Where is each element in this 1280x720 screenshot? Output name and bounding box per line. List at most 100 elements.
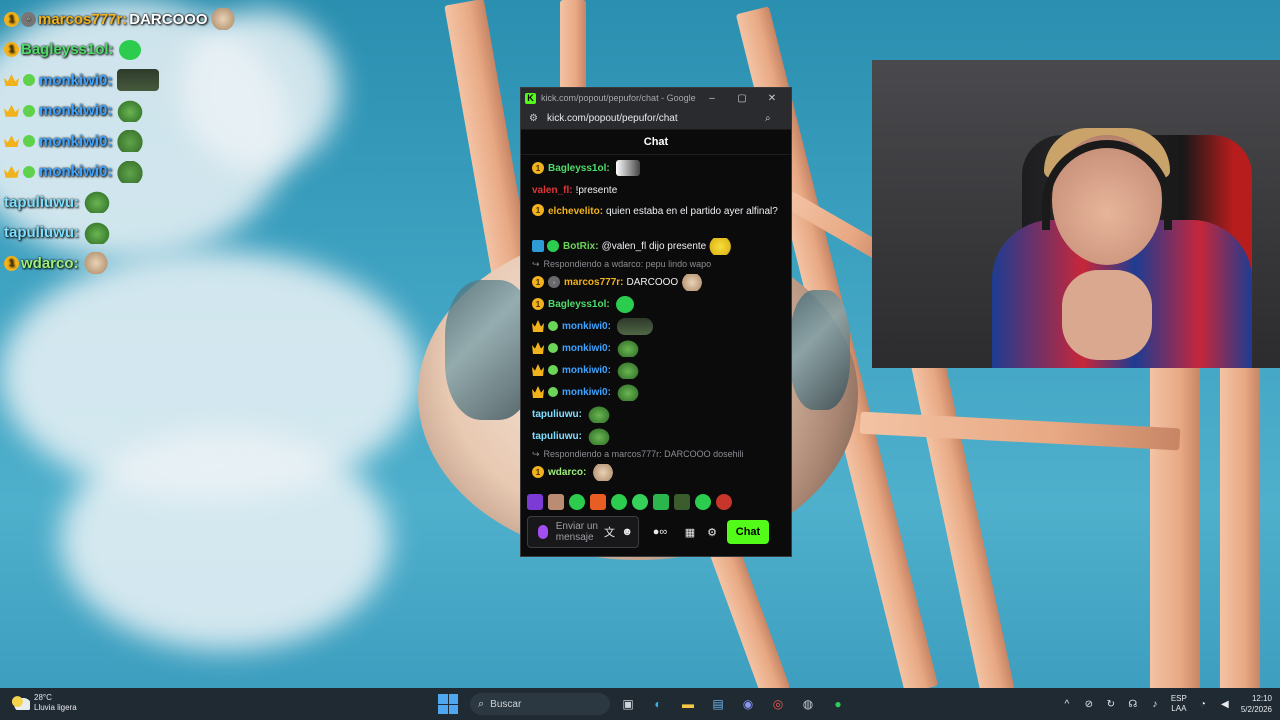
chat-username[interactable]: Bagleyss1ol: — [548, 297, 610, 312]
zoom-icon[interactable]: ⌕ — [765, 113, 777, 124]
overlay-username: monkiwi0: — [39, 102, 113, 120]
chat-username[interactable]: elchevelito: — [548, 204, 603, 219]
subscriber-badge-icon — [23, 104, 35, 117]
store-icon[interactable]: ▦ — [679, 526, 701, 539]
network-off-icon[interactable]: ⊘ — [1083, 699, 1095, 710]
chat-username[interactable]: monkiwi0: — [562, 385, 611, 400]
wifi-icon[interactable]: ◔ — [1197, 699, 1209, 710]
emote-icon[interactable] — [653, 494, 669, 510]
chat-username[interactable]: marcos777r: — [564, 275, 623, 290]
chat-username[interactable]: monkiwi0: — [562, 363, 611, 378]
chat-message[interactable]: 1 Bagleyss1ol: — [532, 157, 781, 179]
chat-popout-window[interactable]: K kick.com/popout/pepufor/chat - Google … — [520, 87, 792, 557]
emote-icon[interactable] — [695, 494, 711, 510]
spotify-icon[interactable]: ● — [826, 692, 850, 716]
crown-badge-icon — [532, 320, 544, 332]
emote-icon[interactable] — [716, 494, 732, 510]
chat-message[interactable]: 1 elchevelito: quien estaba en el partido … — [532, 201, 781, 235]
microphone-icon[interactable] — [538, 525, 548, 539]
chat-username[interactable]: tapuliuwu: — [532, 429, 582, 444]
chat-message[interactable]: monkiwi0: — [532, 359, 781, 381]
chat-header: Chat — [521, 130, 791, 155]
webcam-feed — [872, 60, 1280, 368]
chat-message[interactable]: valen_fl: !presente — [532, 179, 781, 201]
emote-icon[interactable] — [548, 494, 564, 510]
language-code: ESP — [1170, 694, 1187, 703]
edge-icon[interactable]: ◐ — [646, 692, 670, 716]
settings-icon[interactable]: ⚙ — [701, 526, 723, 539]
maximize-button[interactable]: ▢ — [727, 93, 757, 104]
chat-username[interactable]: BotRix: — [563, 239, 599, 254]
emote-icon[interactable] — [527, 494, 543, 510]
chat-username[interactable]: monkiwi0: — [562, 341, 611, 356]
chat-message[interactable]: tapuliuwu: — [532, 425, 781, 447]
ferris-beam — [1150, 360, 1200, 688]
language-indicator[interactable]: ESP LAA — [1171, 694, 1187, 714]
chat-message-text: !presente — [575, 184, 618, 196]
bot-badge-icon — [532, 240, 544, 252]
chat-message[interactable]: BotRix: @valen_fl dijo presente — [532, 235, 781, 257]
send-chat-button[interactable]: Chat — [727, 520, 769, 544]
chat-username[interactable]: tapuliuwu: — [532, 407, 582, 422]
emote-icon — [117, 160, 144, 183]
address-bar[interactable]: ⚙ kick.com/popout/pepufor/chat ⌕ — [521, 108, 791, 130]
taskbar-search[interactable]: ⌕ Buscar — [470, 693, 610, 715]
minimize-button[interactable]: – — [697, 93, 727, 104]
chat-message-text: DARCOOO — [626, 276, 679, 288]
emote-icon[interactable] — [632, 494, 648, 510]
overlay-username: marcos777r: — [38, 10, 128, 28]
translate-icon[interactable]: 文 — [603, 524, 617, 540]
clock[interactable]: 12:10 5/2/2026 — [1241, 693, 1272, 715]
emote-icon[interactable] — [611, 494, 627, 510]
emote-icon[interactable] — [674, 494, 690, 510]
cloud — [60, 430, 390, 650]
file-explorer-icon[interactable]: ▬ — [676, 692, 700, 716]
start-button[interactable] — [438, 694, 458, 714]
chat-input-placeholder[interactable]: Enviar un mensaje — [556, 521, 599, 543]
microphone-tray-icon[interactable]: ♪ — [1149, 699, 1161, 710]
store-app-icon[interactable]: ▤ — [706, 692, 730, 716]
chat-message[interactable]: monkiwi0: — [532, 315, 781, 337]
emote-icon — [615, 160, 640, 176]
chat-username[interactable]: valen_fl: — [532, 183, 573, 198]
sub-month-badge-icon: 1 — [532, 298, 544, 310]
overlay-message-text: DARCOOO — [129, 10, 208, 28]
chevron-up-icon[interactable]: ^ — [1061, 699, 1073, 710]
chat-message[interactable]: tapuliuwu: — [532, 403, 781, 425]
emote-quickbar[interactable] — [527, 493, 732, 511]
chat-username[interactable]: monkiwi0: — [562, 319, 611, 334]
chat-message[interactable]: 1 Bagleyss1ol: — [532, 293, 781, 315]
sync-icon[interactable]: ↻ — [1105, 699, 1117, 710]
taskbar-apps: ⌕ Buscar ▣ ◐ ▬ ▤ ◉ ◎ ◍ ● — [438, 692, 850, 716]
volume-icon[interactable]: ◀ — [1219, 699, 1231, 710]
url-text[interactable]: kick.com/popout/pepufor/chat — [547, 113, 765, 124]
site-settings-icon[interactable]: ⚙ — [529, 113, 541, 124]
discord-icon[interactable]: ◉ — [736, 692, 760, 716]
close-button[interactable]: ✕ — [757, 93, 787, 104]
headset-icon[interactable]: ☊ — [1127, 699, 1139, 710]
chat-message[interactable]: 1 ◦ marcos777r: DARCOOO — [532, 271, 781, 293]
crown-badge-icon — [4, 74, 19, 87]
overlay-message: monkiwi0: — [0, 96, 260, 127]
weather-widget[interactable]: 28°C Lluvia ligera — [12, 693, 77, 713]
chat-input[interactable]: Enviar un mensaje 文 ☻ — [527, 516, 639, 548]
gift-badge-icon: ◦ — [21, 11, 36, 27]
points-icon[interactable]: ●∞ — [649, 526, 671, 538]
chat-username[interactable]: Bagleyss1ol: — [548, 161, 610, 176]
crown-badge-icon — [532, 386, 544, 398]
steam-icon[interactable]: ◍ — [796, 692, 820, 716]
crown-badge-icon — [532, 342, 544, 354]
task-view-icon[interactable]: ▣ — [616, 692, 640, 716]
chat-message[interactable]: monkiwi0: — [532, 337, 781, 359]
emoji-icon[interactable]: ☻ — [620, 526, 634, 538]
chat-messages[interactable]: 1 Bagleyss1ol: valen_fl: !presente 1 elchevel… — [521, 157, 791, 487]
chrome-icon[interactable]: ◎ — [766, 692, 790, 716]
chat-message[interactable]: monkiwi0: — [532, 381, 781, 403]
chat-message[interactable]: 1 wdarco: — [532, 461, 781, 483]
weather-condition: Lluvia ligera — [34, 703, 77, 712]
verified-badge-icon — [547, 240, 559, 252]
emote-icon[interactable] — [590, 494, 606, 510]
chat-username[interactable]: wdarco: — [548, 465, 586, 480]
window-titlebar[interactable]: K kick.com/popout/pepufor/chat - Google … — [521, 88, 791, 108]
emote-icon[interactable] — [569, 494, 585, 510]
